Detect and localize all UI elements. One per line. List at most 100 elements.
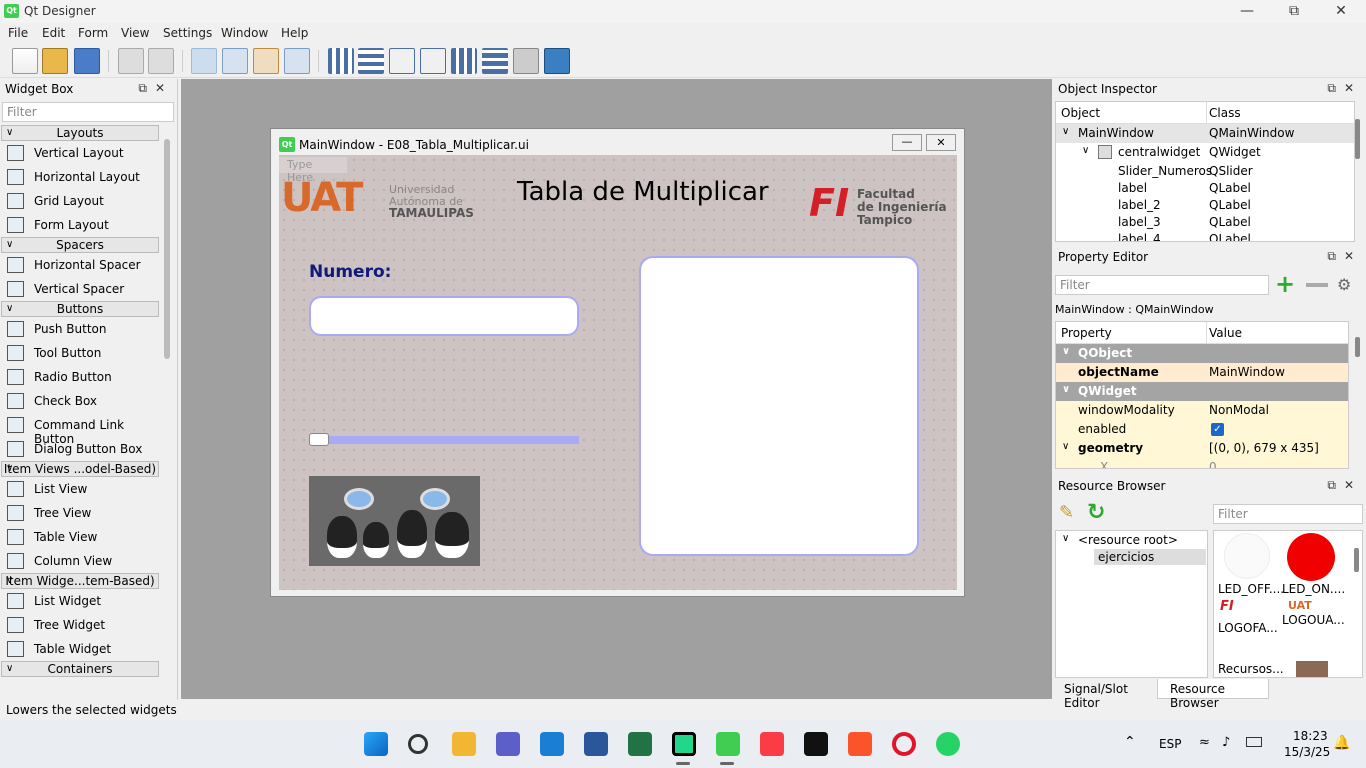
new-file-icon[interactable] — [12, 48, 38, 74]
slider-handle[interactable] — [309, 433, 329, 446]
battery-icon[interactable] — [1246, 737, 1262, 747]
whatsapp-icon[interactable] — [936, 732, 960, 756]
widget-item[interactable]: Form Layout — [1, 213, 159, 237]
dock-float-close-icons[interactable]: ⧉✕ — [1327, 478, 1362, 493]
edit-tab-order-icon[interactable] — [284, 48, 310, 74]
edit-signals-slots-icon[interactable] — [222, 48, 248, 74]
widget-item[interactable]: Command Link Button — [1, 413, 159, 446]
send-to-back-icon[interactable] — [118, 48, 144, 74]
windows-start-icon[interactable] — [364, 732, 388, 756]
resource-tree[interactable]: ∨ <resource root> ejercicios — [1055, 530, 1208, 678]
add-property-icon[interactable]: + — [1275, 272, 1297, 296]
widget-box-filter[interactable]: Filter — [2, 102, 174, 122]
resource-ejercicios[interactable]: ejercicios — [1098, 550, 1154, 564]
word-icon[interactable] — [584, 732, 608, 756]
wifi-icon[interactable]: ≈ — [1199, 735, 1210, 750]
resource-filter[interactable]: Filter — [1213, 504, 1363, 524]
widget-item[interactable]: Horizontal Layout — [1, 165, 159, 189]
widget-item[interactable]: Push Button — [1, 317, 159, 341]
category-0[interactable]: ∨ Layouts — [1, 125, 159, 141]
col-class[interactable]: Class — [1209, 106, 1241, 120]
widget-item[interactable]: Table Widget — [1, 637, 159, 661]
layout-horizontal-icon[interactable] — [328, 48, 354, 74]
group-qobject[interactable]: ∨ QObject — [1056, 344, 1348, 363]
edit-buddies-icon[interactable] — [253, 48, 279, 74]
numero-input[interactable] — [309, 296, 579, 336]
object-row[interactable]: ∨ MainWindow QMainWindow — [1056, 124, 1354, 143]
resource-root[interactable]: <resource root> — [1078, 533, 1178, 547]
qt-designer-taskbar-icon[interactable] — [716, 732, 740, 756]
notification-bell-icon[interactable]: 🔔 — [1333, 735, 1350, 751]
layout-grid-icon[interactable] — [451, 48, 477, 74]
widget-item[interactable]: Table View — [1, 525, 159, 549]
widget-item[interactable]: Tree Widget — [1, 613, 159, 637]
col-object[interactable]: Object — [1061, 106, 1100, 120]
dock-float-close-icons[interactable]: ⧉✕ — [1327, 81, 1362, 96]
led-off-thumb[interactable] — [1224, 533, 1270, 579]
col-property[interactable]: Property — [1061, 326, 1112, 340]
property-filter[interactable]: Filter — [1055, 275, 1269, 295]
tab-resource-browser[interactable]: Resource Browser — [1157, 679, 1269, 710]
enabled-checkbox[interactable]: ✓ — [1211, 423, 1224, 436]
menu-settings[interactable]: Settings — [163, 26, 212, 40]
opera-icon[interactable] — [892, 732, 916, 756]
dock-float-close-icons[interactable]: ⧉✕ — [138, 81, 173, 96]
chevron-up-icon[interactable]: ⌃ — [1124, 734, 1136, 750]
bring-to-front-icon[interactable] — [148, 48, 174, 74]
open-folder-icon[interactable] — [42, 48, 68, 74]
adjust-size-icon[interactable] — [544, 48, 570, 74]
object-tree[interactable]: Object Class ∨ MainWindow QMainWindow ∨ cent… — [1055, 101, 1355, 242]
object-row[interactable]: label QLabel — [1056, 179, 1354, 196]
object-row[interactable]: Slider_Numeros QSlider — [1056, 162, 1354, 179]
menu-file[interactable]: File — [8, 26, 28, 40]
brave-icon[interactable] — [848, 732, 872, 756]
widget-item[interactable]: Radio Button — [1, 365, 159, 389]
edit-widgets-icon[interactable] — [191, 48, 217, 74]
pycharm-icon[interactable] — [672, 732, 696, 756]
object-tree-scrollbar[interactable] — [1355, 119, 1360, 159]
widget-item[interactable]: Column View — [1, 549, 159, 573]
menu-window[interactable]: Window — [221, 26, 268, 40]
widget-box-scrollbar[interactable] — [164, 139, 170, 359]
logoua-thumb[interactable]: UAT — [1288, 599, 1312, 612]
form-close-button[interactable]: ✕ — [926, 134, 956, 151]
excel-icon[interactable] — [628, 732, 652, 756]
teams-icon[interactable] — [496, 732, 520, 756]
prop-enabled[interactable]: enabled ✓ — [1056, 420, 1348, 439]
search-icon[interactable] — [408, 734, 428, 754]
vscode-icon[interactable] — [540, 732, 564, 756]
thumb-scrollbar[interactable] — [1354, 548, 1359, 572]
penguins-image[interactable] — [309, 476, 480, 566]
category-5[interactable]: ∨ Containers — [1, 661, 159, 677]
form-window[interactable]: Qt MainWindow - E08_Tabla_Multiplicar.ui… — [270, 128, 965, 597]
tab-signal-slot-editor[interactable]: Signal/Slot Editor — [1055, 679, 1155, 710]
file-explorer-icon[interactable] — [452, 732, 476, 756]
dock-float-close-icons[interactable]: ⧉✕ — [1327, 249, 1362, 264]
group-qwidget[interactable]: ∨ QWidget — [1056, 382, 1348, 401]
uat-logo[interactable]: UAT Universidad Autónoma de TAMAULIPAS — [281, 175, 481, 221]
prop-objectname[interactable]: objectName MainWindow — [1056, 363, 1348, 382]
prop-geometry[interactable]: ∨ geometry [(0, 0), 679 x 435] — [1056, 439, 1348, 458]
menu-view[interactable]: View — [121, 26, 149, 40]
resource-thumbnails[interactable]: LED_OFF.... LED_ON.... FI UAT LOGOFA... … — [1213, 530, 1363, 678]
break-layout-icon[interactable] — [513, 48, 539, 74]
widget-item[interactable]: Vertical Spacer — [1, 277, 159, 301]
layout-h-splitter-icon[interactable] — [389, 48, 415, 74]
close-button[interactable]: ✕ — [1318, 0, 1364, 23]
widget-item[interactable]: Tool Button — [1, 341, 159, 365]
central-widget[interactable]: Type Here UAT Universidad Autónoma de TA… — [279, 155, 957, 590]
led-on-thumb[interactable] — [1287, 533, 1335, 581]
layout-vertical-icon[interactable] — [358, 48, 384, 74]
restore-button[interactable]: ⧉ — [1271, 0, 1317, 23]
category-3[interactable]: ∨ Item Views ...odel-Based) — [1, 461, 159, 477]
fi-logo[interactable]: FI Facultad de Ingeniería Tampico — [809, 181, 949, 227]
widget-item[interactable]: Check Box — [1, 389, 159, 413]
object-row[interactable]: label_3 QLabel — [1056, 213, 1354, 230]
object-row[interactable]: label_2 QLabel — [1056, 196, 1354, 213]
prop-windowmodality[interactable]: windowModality NonModal — [1056, 401, 1348, 420]
apple-music-icon[interactable] — [760, 732, 784, 756]
reload-icon[interactable]: ↻ — [1087, 500, 1111, 525]
form-minimize-button[interactable]: — — [892, 134, 922, 151]
property-table[interactable]: Property Value ∨ QObject objectName Main… — [1055, 321, 1349, 469]
widget-item[interactable]: Tree View — [1, 501, 159, 525]
